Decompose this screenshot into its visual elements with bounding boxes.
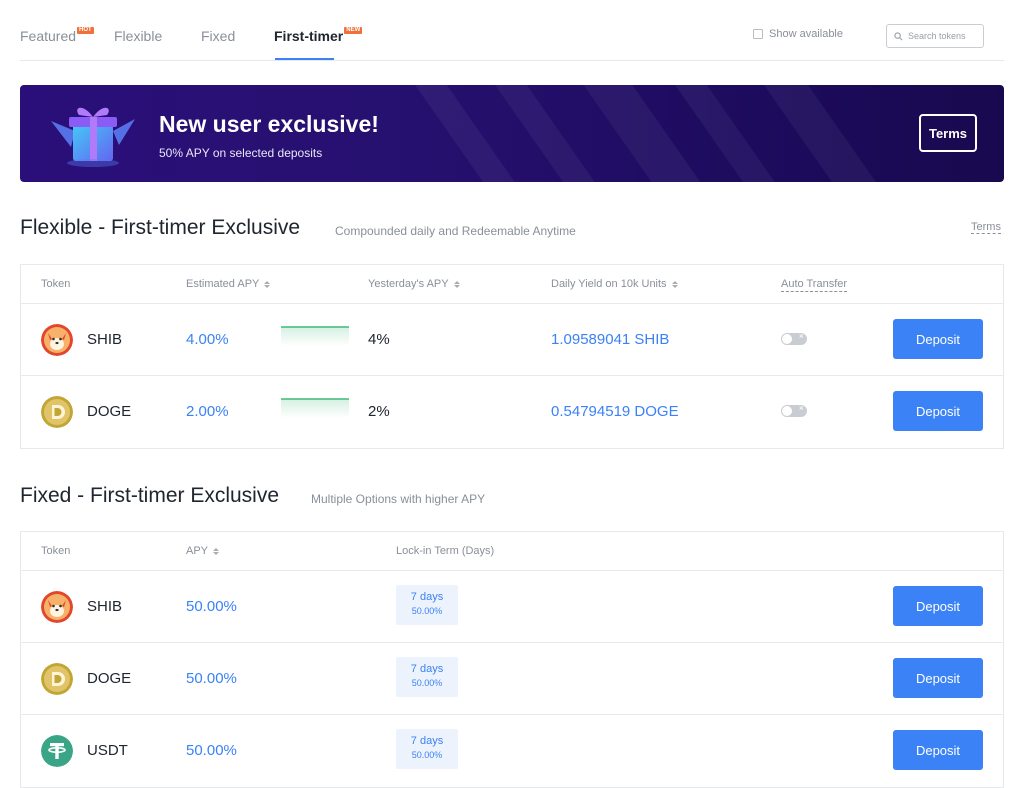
- col-lock-in-term-label: Lock-in Term (Days): [396, 545, 495, 557]
- lock-in-term-option[interactable]: 7 days 50.00%: [396, 657, 458, 697]
- daily-yield: 0.54794519 DOGE: [551, 403, 679, 420]
- col-token-label: Token: [41, 545, 71, 557]
- tab-flexible[interactable]: Flexible: [114, 28, 162, 44]
- fixed-apy: 50.00%: [186, 742, 237, 759]
- banner-subtitle: 50% APY on selected deposits: [159, 146, 323, 160]
- flexible-section-title: Flexible - First-timer Exclusive: [20, 216, 301, 239]
- col-daily-yield[interactable]: Daily Yield on 10k Units: [551, 278, 678, 290]
- col-lock-in-term: Lock-in Term (Days): [396, 545, 494, 557]
- shib-coin-icon: [41, 324, 73, 356]
- table-row: DOGE 50.00% 7 days 50.00% Deposit: [21, 643, 1003, 715]
- col-apy-label: APY: [186, 545, 209, 557]
- col-auto-transfer-label: Auto Transfer: [781, 278, 848, 292]
- deposit-button[interactable]: Deposit: [893, 658, 983, 698]
- auto-transfer-toggle[interactable]: [781, 403, 807, 417]
- col-token: Token: [41, 545, 70, 557]
- active-tab-indicator: [275, 58, 334, 60]
- col-daily-yield-label: Daily Yield on 10k Units: [551, 278, 667, 290]
- token-name: DOGE: [87, 670, 132, 687]
- promo-banner: New user exclusive! 50% APY on selected …: [20, 85, 1004, 182]
- apy-sparkline: [281, 398, 349, 418]
- flexible-terms-link[interactable]: Terms: [971, 221, 1001, 234]
- table-row: USDT 50.00% 7 days 50.00% Deposit: [21, 715, 1003, 787]
- token-name: USDT: [87, 742, 128, 759]
- deposit-button[interactable]: Deposit: [893, 391, 983, 431]
- flexible-section-subtitle: Compounded daily and Redeemable Anytime: [335, 224, 576, 238]
- tab-first-timer[interactable]: First-timer NEW: [274, 27, 363, 44]
- new-badge: NEW: [344, 27, 363, 34]
- fixed-section-title: Fixed - First-timer Exclusive: [20, 484, 280, 507]
- yesterday-apy: 2%: [368, 403, 390, 420]
- doge-coin-icon: [41, 396, 73, 428]
- token-name: DOGE: [87, 403, 132, 420]
- term-apy: 50.00%: [411, 750, 443, 760]
- daily-yield: 1.09589041 SHIB: [551, 331, 670, 348]
- token-name: SHIB: [87, 331, 123, 348]
- term-days: 7 days: [410, 735, 444, 747]
- usdt-coin-icon: [41, 735, 73, 767]
- fixed-apy: 50.00%: [186, 598, 237, 615]
- col-apy[interactable]: APY: [186, 545, 220, 557]
- sort-icon[interactable]: [264, 280, 271, 288]
- col-estimated-apy[interactable]: Estimated APY: [186, 278, 271, 290]
- tab-first-timer-label: First-timer: [274, 28, 344, 44]
- banner-terms-button[interactable]: Terms: [919, 114, 977, 152]
- gift-box-icon: [51, 107, 135, 167]
- hot-badge: HOT: [77, 27, 94, 34]
- col-token-label: Token: [41, 278, 71, 290]
- show-available-label: Show available: [769, 28, 843, 40]
- fixed-table: Token APY Lock-in Term (Days) SHIB 50.00…: [20, 531, 1004, 788]
- search-input[interactable]: [908, 31, 978, 41]
- term-days: 7 days: [410, 591, 444, 603]
- doge-coin-icon: [41, 663, 73, 695]
- col-yesterday-apy[interactable]: Yesterday's APY: [368, 278, 460, 290]
- flexible-table-header: Token Estimated APY Yesterday's APY Dail…: [21, 265, 1003, 304]
- banner-title: New user exclusive!: [159, 111, 379, 137]
- search-box[interactable]: [886, 24, 984, 48]
- deposit-button[interactable]: Deposit: [893, 586, 983, 626]
- token-name: SHIB: [87, 598, 123, 615]
- tab-featured[interactable]: Featured HOT: [20, 27, 94, 44]
- deposit-button[interactable]: Deposit: [893, 730, 983, 770]
- col-estimated-apy-label: Estimated APY: [186, 278, 260, 290]
- yesterday-apy: 4%: [368, 331, 390, 348]
- sort-icon[interactable]: [213, 547, 220, 555]
- sort-icon[interactable]: [453, 280, 460, 288]
- auto-transfer-toggle[interactable]: [781, 331, 807, 345]
- lock-in-term-option[interactable]: 7 days 50.00%: [396, 729, 458, 769]
- apy-sparkline: [281, 326, 349, 346]
- table-row: DOGE 2.00% 2% 0.54794519 DOGE Deposit: [21, 376, 1003, 448]
- show-available-toggle[interactable]: Show available: [753, 28, 843, 40]
- term-apy: 50.00%: [411, 678, 443, 688]
- term-apy: 50.00%: [411, 606, 443, 616]
- shib-coin-icon: [41, 591, 73, 623]
- col-token: Token: [41, 278, 70, 290]
- col-auto-transfer[interactable]: Auto Transfer: [781, 278, 848, 292]
- term-days: 7 days: [410, 663, 444, 675]
- fixed-table-header: Token APY Lock-in Term (Days): [21, 532, 1003, 571]
- deposit-button[interactable]: Deposit: [893, 319, 983, 359]
- show-available-checkbox[interactable]: [753, 29, 763, 39]
- fixed-section-subtitle: Multiple Options with higher APY: [311, 492, 486, 506]
- lock-in-term-option[interactable]: 7 days 50.00%: [396, 585, 458, 625]
- flexible-table: Token Estimated APY Yesterday's APY Dail…: [20, 264, 1004, 449]
- table-row: SHIB 50.00% 7 days 50.00% Deposit: [21, 571, 1003, 643]
- search-icon: [894, 31, 903, 40]
- tab-featured-label: Featured: [20, 28, 77, 44]
- col-yesterday-apy-label: Yesterday's APY: [368, 278, 449, 290]
- estimated-apy: 4.00%: [186, 331, 229, 348]
- product-tabs: Featured HOT Flexible Fixed First-timer NE…: [20, 0, 1004, 61]
- banner-decoration: [755, 85, 901, 182]
- table-row: SHIB 4.00% 4% 1.09589041 SHIB Deposit: [21, 304, 1003, 376]
- fixed-apy: 50.00%: [186, 670, 237, 687]
- sort-icon[interactable]: [671, 280, 678, 288]
- estimated-apy: 2.00%: [186, 403, 229, 420]
- tab-fixed[interactable]: Fixed: [201, 28, 235, 44]
